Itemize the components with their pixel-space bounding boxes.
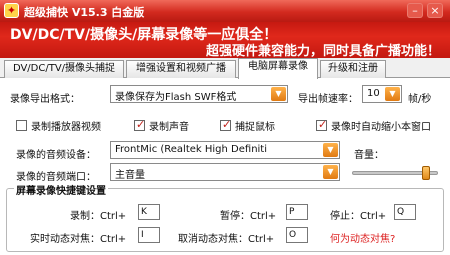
volume-slider-thumb[interactable] (422, 166, 431, 180)
pause-hotkey-input[interactable]: P (286, 204, 308, 220)
fps-label: 导出帧速率： (298, 94, 358, 105)
export-format-label: 录像导出格式： (10, 94, 80, 105)
focus-hotkey-label: 实时动态对焦：Ctrl+ (30, 234, 127, 245)
close-button[interactable]: × (427, 3, 443, 18)
checkbox-box[interactable] (316, 118, 327, 131)
dynamic-focus-help-link[interactable]: 何为动态对焦? (330, 230, 395, 245)
banner-subline: 超强硬件兼容能力，同时具备广播功能！ (205, 44, 440, 59)
title-bar: ✦ 超级捕快 V15.3 白金版 – × (0, 0, 450, 22)
volume-label: 音量： (354, 150, 384, 161)
tab-screen-recording[interactable]: 电脑屏幕录像 (238, 58, 318, 79)
checkbox-label: 录制播放器视频 (31, 122, 101, 133)
chevron-down-icon: ▼ (385, 87, 400, 101)
fps-unit: 帧/秒 (408, 94, 432, 105)
chevron-down-icon: ▼ (323, 165, 338, 179)
stop-hotkey-input[interactable]: Q (394, 204, 416, 220)
cancel-focus-hotkey-input[interactable]: O (286, 227, 308, 243)
hotkey-group-title: 屏幕录像快捷键设置 (14, 182, 108, 197)
stop-hotkey-label: 停止：Ctrl+ (330, 211, 387, 222)
audio-device-select[interactable]: FrontMic (Realtek High Definiti ▼ (110, 141, 340, 159)
audio-device-value: FrontMic (Realtek High Definiti (115, 144, 268, 155)
pause-hotkey-label: 暂停：Ctrl+ (220, 211, 277, 222)
screen-recording-panel: 录像导出格式： 录像保存为Flash SWF格式 ▼ 导出帧速率： 10 ▼ 帧… (0, 78, 450, 255)
audio-port-select[interactable]: 主音量 ▼ (110, 163, 340, 181)
window-title: 超级捕快 V15.3 白金版 (24, 6, 145, 19)
export-format-select[interactable]: 录像保存为Flash SWF格式 ▼ (110, 85, 288, 103)
checkbox-box[interactable] (16, 120, 27, 131)
checkbox-box[interactable] (220, 118, 231, 131)
export-format-value: 录像保存为Flash SWF格式 (115, 92, 237, 103)
checkbox-label: 录制声音 (149, 122, 189, 133)
record-hotkey-label: 录制：Ctrl+ (70, 211, 127, 222)
tab-strip: DV/DC/TV/摄像头捕捉 增强设置和视频广播 电脑屏幕录像 升级和注册 (0, 58, 450, 79)
tab-upgrade-register[interactable]: 升级和注册 (320, 60, 386, 78)
fps-select[interactable]: 10 ▼ (362, 85, 402, 103)
checkbox-record-sound[interactable]: 录制声音 (134, 118, 189, 133)
cancel-focus-hotkey-label: 取消动态对焦：Ctrl+ (178, 234, 275, 245)
checkbox-label: 捕捉鼠标 (235, 122, 275, 133)
fps-value: 10 (367, 88, 380, 99)
checkbox-box[interactable] (134, 118, 145, 131)
record-hotkey-input[interactable]: K (138, 204, 160, 220)
checkbox-capture-mouse[interactable]: 捕捉鼠标 (220, 118, 275, 133)
checkbox-record-player-video[interactable]: 录制播放器视频 (16, 118, 101, 133)
focus-hotkey-input[interactable]: I (138, 227, 160, 243)
tab-enhanced-settings[interactable]: 增强设置和视频广播 (126, 60, 236, 78)
tab-capture[interactable]: DV/DC/TV/摄像头捕捉 (4, 60, 124, 78)
app-logo-icon: ✦ (4, 3, 19, 18)
checkbox-label: 录像时自动缩小本窗口 (331, 122, 431, 133)
promo-banner: DV/DC/TV/摄像头/屏幕录像等一应俱全！ 超强硬件兼容能力，同时具备广播功… (0, 22, 450, 59)
audio-port-label: 录像的音频端口： (16, 172, 96, 183)
minimize-button[interactable]: – (407, 3, 423, 18)
chevron-down-icon: ▼ (323, 143, 338, 157)
checkbox-auto-minimize[interactable]: 录像时自动缩小本窗口 (316, 118, 431, 133)
audio-port-value: 主音量 (115, 170, 145, 181)
audio-device-label: 录像的音频设备： (16, 150, 96, 161)
chevron-down-icon: ▼ (271, 87, 286, 101)
